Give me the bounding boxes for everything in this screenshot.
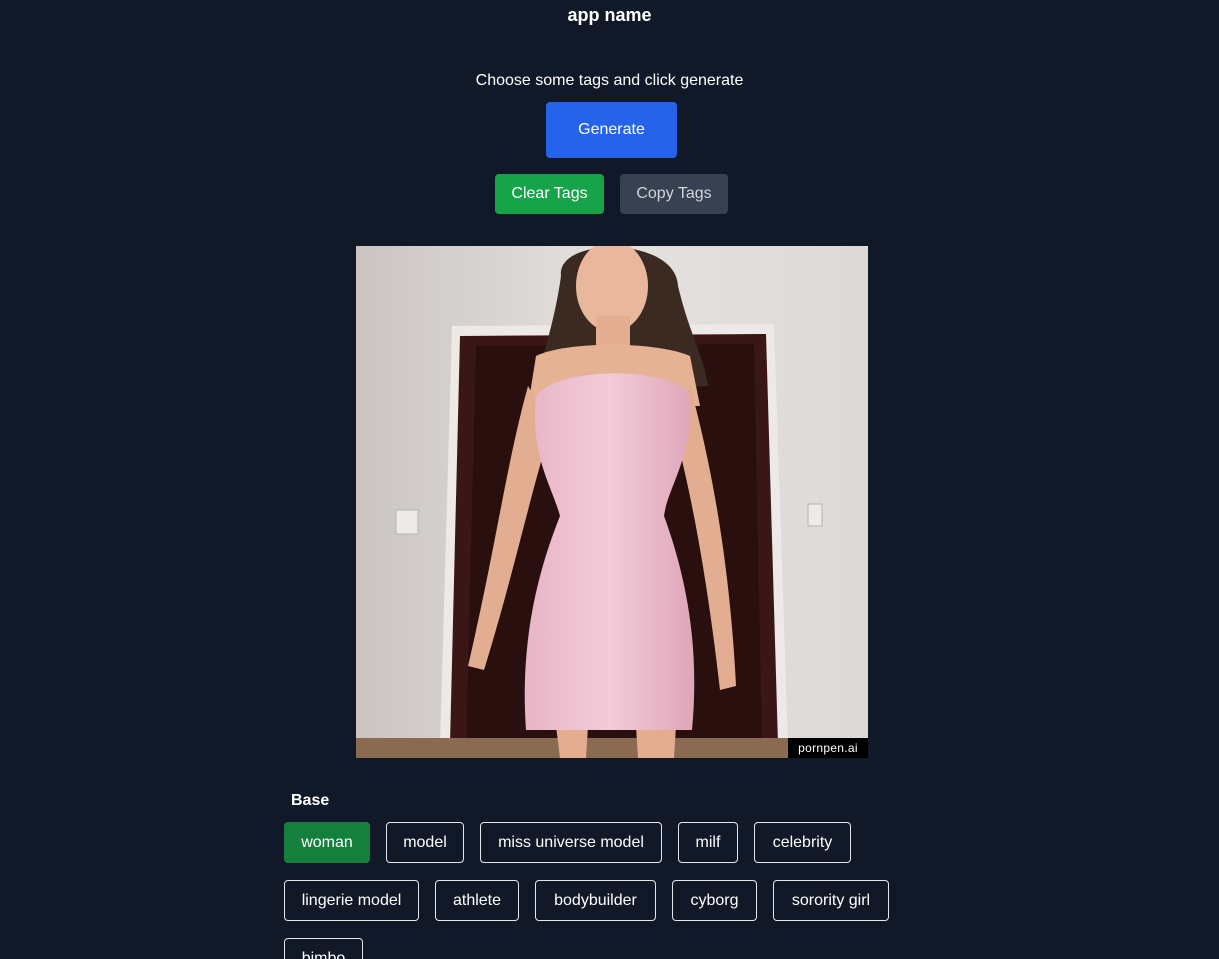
tag-milf[interactable]: milf	[678, 822, 738, 863]
app-name: app name	[567, 5, 652, 25]
clear-tags-button[interactable]: Clear Tags	[495, 174, 604, 214]
tag-bodybuilder[interactable]: bodybuilder	[535, 880, 656, 921]
tag-lingerie-model[interactable]: lingerie model	[284, 880, 419, 921]
generate-button[interactable]: Generate	[546, 102, 677, 158]
instructions-text: Choose some tags and click generate	[475, 72, 744, 89]
tag-cyborg[interactable]: cyborg	[672, 880, 757, 921]
tag-bimbo[interactable]: bimbo	[284, 938, 363, 959]
tag-miss-universe-model[interactable]: miss universe model	[480, 822, 662, 863]
generated-image: pornpen.ai	[356, 246, 868, 758]
generated-image-illustration	[356, 246, 868, 758]
tag-woman[interactable]: woman	[284, 822, 370, 863]
section-title-base: Base	[291, 792, 330, 809]
copy-tags-button[interactable]: Copy Tags	[620, 174, 728, 214]
tag-model[interactable]: model	[386, 822, 464, 863]
page: app name Choose some tags and click gene…	[0, 0, 1219, 959]
tag-sorority-girl[interactable]: sorority girl	[773, 880, 889, 921]
tag-celebrity[interactable]: celebrity	[754, 822, 851, 863]
watermark-label: pornpen.ai	[788, 738, 868, 758]
tag-athlete[interactable]: athlete	[435, 880, 519, 921]
